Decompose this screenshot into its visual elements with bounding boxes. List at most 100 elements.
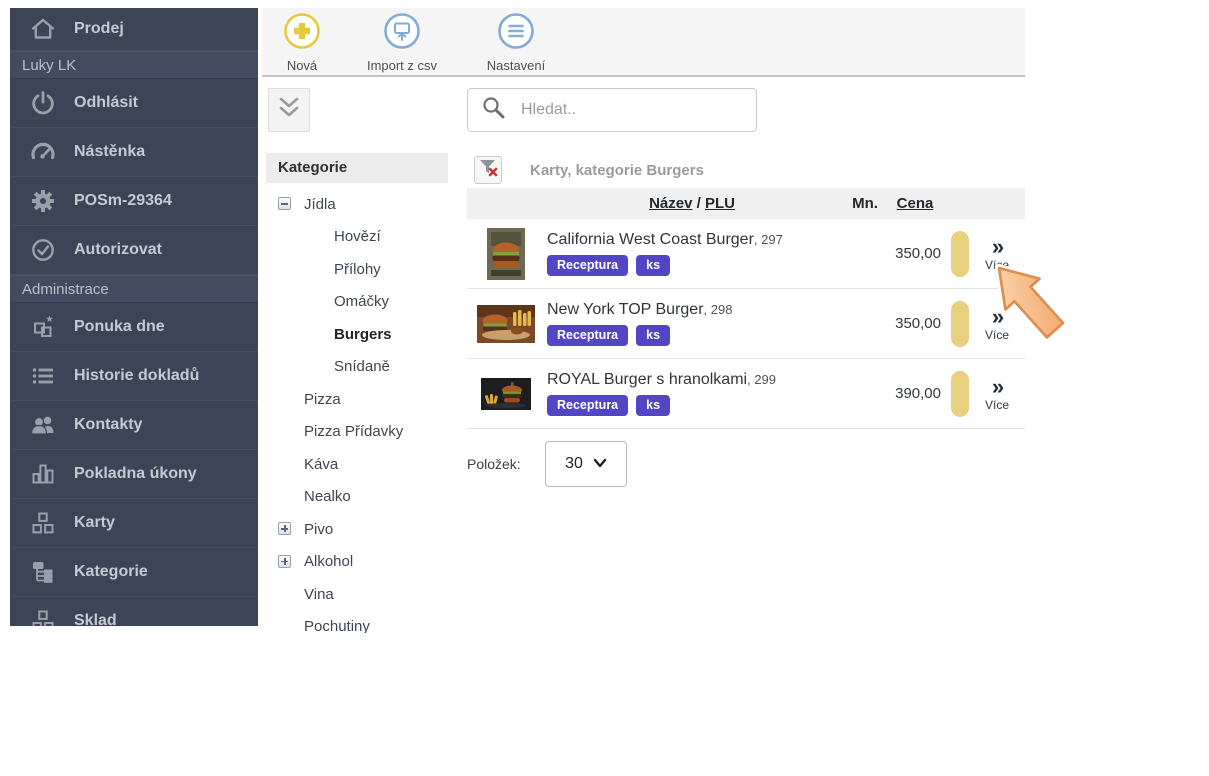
sidebar-item-karty[interactable]: Karty <box>10 499 258 548</box>
tree-icon <box>28 559 58 585</box>
product-photo <box>477 305 535 343</box>
dashboard-icon <box>28 139 58 165</box>
expand-plus-icon[interactable] <box>278 555 291 568</box>
sidebar-item-nastenka[interactable]: Nástěnka <box>10 128 258 177</box>
sidebar-item-sklad[interactable]: Sklad <box>10 597 258 626</box>
unit-badge: ks <box>636 255 670 276</box>
sidebar-item-kontakty[interactable]: Kontakty <box>10 401 258 450</box>
gear-icon <box>28 188 58 214</box>
table-header: Název / PLU Mn. Cena <box>467 188 1025 219</box>
filter-row: Karty, kategorie Burgers <box>474 157 704 183</box>
power-icon <box>28 90 58 116</box>
bar-chart-icon <box>28 461 58 487</box>
recipe-badge: Receptura <box>547 325 628 346</box>
category-item-pizza[interactable]: Pizza <box>266 383 448 416</box>
category-item-omacky[interactable]: Omáčky <box>266 286 448 319</box>
sidebar-section-administrace: Administrace <box>10 275 258 303</box>
more-button[interactable]: » Více <box>977 306 1017 341</box>
sidebar-item-ponuka-dne[interactable]: Ponuka dne <box>10 303 258 352</box>
quantity-column-header: Mn. <box>843 188 887 219</box>
double-chevron-down-icon <box>275 95 303 126</box>
chevron-down-icon <box>593 455 607 473</box>
chevrons-more-icon: » <box>977 306 1017 328</box>
sidebar-item-posm[interactable]: POSm-29364 <box>10 177 258 226</box>
sidebar-item-label: Kontakty <box>74 416 142 434</box>
sidebar-item-label: Nástěnka <box>74 143 145 161</box>
upload-circle-icon <box>383 12 421 55</box>
clear-filter-button[interactable] <box>474 156 502 184</box>
unit-badge: ks <box>636 325 670 346</box>
sidebar-item-label: POSm-29364 <box>74 192 172 210</box>
more-button[interactable]: » Více <box>977 376 1017 411</box>
sidebar-item-historie-dokladu[interactable]: Historie dokladů <box>10 352 258 401</box>
people-icon <box>28 412 58 438</box>
home-icon <box>28 16 58 42</box>
items-per-page-label: Položek: <box>467 456 535 472</box>
product-plu: 299 <box>754 372 776 387</box>
app-window: Prodej Luky LK Odhlásit Nástěnka <box>0 0 1209 776</box>
sort-by-plu-link[interactable]: PLU <box>705 195 735 212</box>
sidebar-item-odhlasit[interactable]: Odhlásit <box>10 79 258 128</box>
search-input[interactable] <box>519 100 756 120</box>
more-label: Více <box>977 399 1017 411</box>
menu-circle-icon <box>497 12 535 55</box>
recipe-badge: Receptura <box>547 395 628 416</box>
category-item-pivo[interactable]: Pivo <box>266 513 448 546</box>
product-price: 390,00 <box>855 385 941 402</box>
toolbar: Nová Import z csv Nastavení <box>262 8 1025 77</box>
sidebar-item-kategorie[interactable]: Kategorie <box>10 548 258 597</box>
category-item-snidane[interactable]: Snídaně <box>266 351 448 384</box>
sidebar-item-autorizovat[interactable]: Autorizovat <box>10 226 258 275</box>
expand-plus-icon[interactable] <box>278 522 291 535</box>
settings-button[interactable]: Nastavení <box>474 12 558 73</box>
category-item-vina[interactable]: Vina <box>266 578 448 611</box>
category-item-pochutiny[interactable]: Pochutiny <box>266 611 448 634</box>
check-circle-icon <box>28 237 58 263</box>
blocks-icon <box>28 608 58 626</box>
category-item-jidla[interactable]: Jídla <box>266 188 448 221</box>
search-box <box>467 88 757 132</box>
main-content: Nová Import z csv Nastavení <box>262 8 1025 77</box>
new-card-button[interactable]: Nová <box>270 12 334 73</box>
product-info: ROYAL Burger s hranolkami, 299 Receptura… <box>547 371 855 416</box>
sidebar-item-pokladna-ukony[interactable]: Pokladna úkony <box>10 450 258 499</box>
sidebar-item-label: Ponuka dne <box>74 318 165 336</box>
sidebar-item-label: Odhlásit <box>74 94 138 112</box>
more-button[interactable]: » Více <box>977 236 1017 271</box>
sidebar-item-prodej[interactable]: Prodej <box>10 8 258 51</box>
sort-by-name-link[interactable]: Název <box>649 195 692 212</box>
search-icon <box>468 95 507 126</box>
sidebar-item-label: Sklad <box>74 612 117 626</box>
category-item-hovezi[interactable]: Hovězí <box>266 221 448 254</box>
category-item-kava[interactable]: Káva <box>266 448 448 481</box>
table-row: New York TOP Burger, 298 Receptura ks 35… <box>467 289 1025 359</box>
cards-table: Název / PLU Mn. Cena <box>467 188 1025 429</box>
items-per-page-select[interactable]: 30 <box>545 441 627 487</box>
sidebar-item-label: Karty <box>74 514 115 532</box>
product-name: California West Coast Burger, 297 <box>547 231 783 248</box>
collapse-panel-button[interactable] <box>268 88 310 132</box>
items-per-page-value: 30 <box>565 455 583 473</box>
category-panel-title: Kategorie <box>266 153 448 183</box>
category-item-pizza-pridavky[interactable]: Pizza Přídavky <box>266 416 448 449</box>
category-item-burgers-selected[interactable]: Burgers <box>266 318 448 351</box>
plu-separator: , <box>704 302 711 317</box>
sort-by-price-link[interactable]: Cena <box>897 195 934 212</box>
product-plu: 297 <box>761 232 783 247</box>
offer-star-icon <box>28 314 58 340</box>
import-csv-button[interactable]: Import z csv <box>356 12 448 73</box>
category-item-nealko[interactable]: Nealko <box>266 481 448 514</box>
product-plu: 298 <box>711 302 733 317</box>
header-separator: / <box>692 195 705 212</box>
category-item-prilohy[interactable]: Přílohy <box>266 253 448 286</box>
results-title: Karty, kategorie Burgers <box>530 162 704 179</box>
settings-label: Nastavení <box>487 58 546 73</box>
category-item-alkohol[interactable]: Alkohol <box>266 546 448 579</box>
sidebar-section-user: Luky LK <box>10 51 258 79</box>
more-label: Více <box>977 329 1017 341</box>
sidebar-item-label: Prodej <box>74 20 124 38</box>
collapse-minus-icon[interactable] <box>278 197 291 210</box>
funnel-clear-icon <box>478 158 498 183</box>
product-name: ROYAL Burger s hranolkami, 299 <box>547 371 776 388</box>
product-photo <box>477 228 535 280</box>
